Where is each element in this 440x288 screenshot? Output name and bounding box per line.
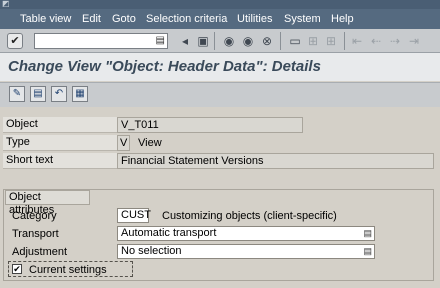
current-settings-checkbox[interactable]: ✔	[12, 264, 22, 274]
save-icon[interactable]: ▣	[196, 33, 210, 49]
command-field[interactable]: ▤	[34, 33, 168, 49]
next-page-icon[interactable]: ⇢	[388, 33, 402, 49]
first-page-nav-icon[interactable]: ⇤	[350, 33, 364, 49]
display-change-icon[interactable]: ✎	[9, 86, 25, 102]
menu-bar: Table view Edit Goto Selection criteria …	[0, 9, 440, 29]
toolbar-separator	[344, 32, 345, 50]
find-next-icon[interactable]: ⊞	[324, 33, 338, 49]
check-icon[interactable]: ✔	[7, 33, 23, 49]
menu-table-view[interactable]: Table view	[20, 12, 71, 26]
system-menu-icon[interactable]: ◩	[2, 0, 14, 8]
previous-page-icon[interactable]: ⇠	[369, 33, 383, 49]
menu-help[interactable]: Help	[331, 12, 354, 26]
page-title: Change View "Object: Header Data": Detai…	[8, 58, 321, 75]
transport-dropdown[interactable]: Automatic transport ▤	[117, 226, 375, 241]
adjustment-dropdown[interactable]: No selection ▤	[117, 244, 375, 259]
transport-label: Transport	[12, 228, 59, 240]
dropdown-icon[interactable]: ▤	[363, 228, 372, 239]
undo-change-icon[interactable]: ↶	[51, 86, 67, 102]
print-icon[interactable]: ▭	[288, 33, 302, 49]
menu-system[interactable]: System	[284, 12, 321, 26]
details-icon[interactable]: ▦	[72, 86, 88, 102]
transport-value: Automatic transport	[121, 227, 217, 239]
exit-icon[interactable]: ◉	[241, 33, 255, 49]
object-field: V_T011	[117, 117, 303, 133]
find-icon[interactable]: ⊞	[306, 33, 320, 49]
back-icon[interactable]: ◉	[222, 33, 236, 49]
cancel-icon[interactable]: ⊗	[260, 33, 274, 49]
dropdown-icon[interactable]: ▤	[363, 246, 372, 257]
new-entries-icon[interactable]: ▤	[30, 86, 46, 102]
current-settings-label[interactable]: Current settings	[29, 263, 107, 277]
first-page-icon[interactable]: ◂	[178, 33, 192, 49]
object-label: Object	[3, 117, 117, 133]
history-dropdown-icon[interactable]: ▤	[156, 35, 165, 47]
short-text-label: Short text	[3, 153, 117, 169]
adjustment-value: No selection	[121, 245, 182, 257]
menu-edit[interactable]: Edit	[82, 12, 101, 26]
type-label: Type	[3, 135, 117, 151]
type-text: View	[138, 137, 162, 149]
type-code-field: V	[117, 135, 130, 151]
toolbar-separator	[214, 32, 215, 50]
category-text: Customizing objects (client-specific)	[162, 210, 337, 222]
short-text-field: Financial Statement Versions	[117, 153, 434, 169]
window-top-strip	[0, 0, 440, 9]
adjustment-label: Adjustment	[12, 246, 68, 258]
object-attributes-title: Object attributes	[5, 190, 90, 216]
category-label: Category	[12, 210, 57, 222]
toolbar-separator	[280, 32, 281, 50]
menu-goto[interactable]: Goto	[112, 12, 136, 26]
menu-utilities[interactable]: Utilities	[237, 12, 272, 26]
last-page-icon[interactable]: ⇥	[407, 33, 421, 49]
menu-selection-criteria[interactable]: Selection criteria	[146, 12, 227, 26]
category-field[interactable]: CUST	[117, 208, 151, 223]
